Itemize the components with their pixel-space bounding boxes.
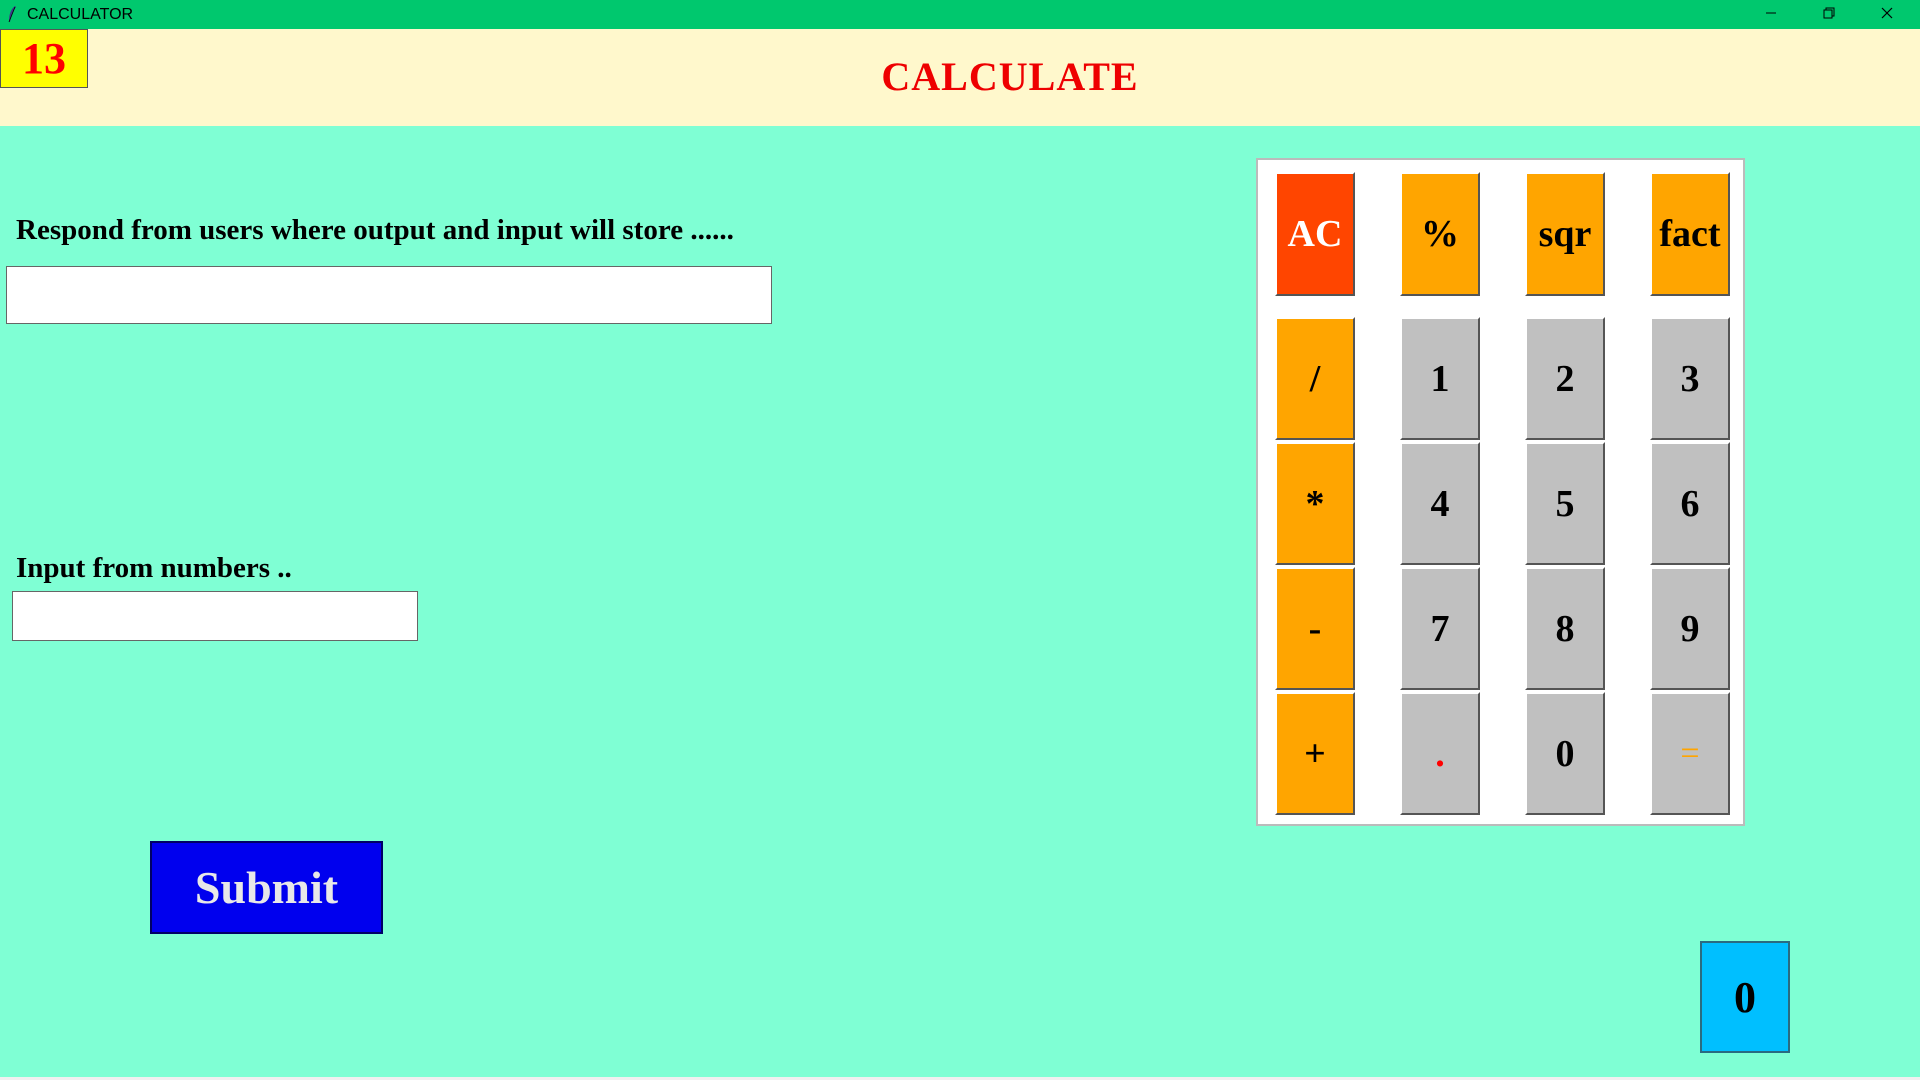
numbers-label: Input from numbers .. xyxy=(16,552,292,584)
digit-9-key[interactable]: 9 xyxy=(1650,567,1730,690)
respond-label: Respond from users where output and inpu… xyxy=(16,214,734,246)
digit-6-key[interactable]: 6 xyxy=(1650,442,1730,565)
digit-4-key[interactable]: 4 xyxy=(1400,442,1480,565)
close-icon xyxy=(1881,6,1893,24)
title-bar: CALCULATOR xyxy=(0,0,1920,29)
digit-3-key[interactable]: 3 xyxy=(1650,317,1730,440)
minimize-button[interactable] xyxy=(1742,0,1800,29)
equals-key[interactable]: = xyxy=(1650,692,1730,815)
decimal-point-key[interactable]: . xyxy=(1400,692,1480,815)
page-title: CALCULATE xyxy=(881,54,1139,99)
calculator-window: CALCULATOR 1 3 CALCULATE Respond from use… xyxy=(0,0,1920,1080)
respond-input[interactable] xyxy=(6,266,772,324)
multiply-key[interactable]: * xyxy=(1275,442,1355,565)
digit-8-key[interactable]: 8 xyxy=(1525,567,1605,690)
restore-icon xyxy=(1823,6,1835,24)
digit-1-key[interactable]: 1 xyxy=(1400,317,1480,440)
digit-5-key[interactable]: 5 xyxy=(1525,442,1605,565)
minimize-icon xyxy=(1765,6,1777,24)
window-title: CALCULATOR xyxy=(27,6,134,23)
digit-2-key[interactable]: 2 xyxy=(1525,317,1605,440)
restore-button[interactable] xyxy=(1800,0,1858,29)
result-display: 0 xyxy=(1700,941,1790,1053)
digit-7-key[interactable]: 7 xyxy=(1400,567,1480,690)
divide-key[interactable]: / xyxy=(1275,317,1355,440)
digit-0-key[interactable]: 0 xyxy=(1525,692,1605,815)
percent-key[interactable]: % xyxy=(1400,172,1480,296)
add-key[interactable]: + xyxy=(1275,692,1355,815)
numbers-input[interactable] xyxy=(12,591,418,641)
subtract-key[interactable]: - xyxy=(1275,567,1355,690)
factorial-key[interactable]: fact xyxy=(1650,172,1730,296)
square-root-key[interactable]: sqr xyxy=(1525,172,1605,296)
feather-icon xyxy=(7,5,17,23)
close-button[interactable] xyxy=(1858,0,1916,29)
submit-button[interactable]: Submit xyxy=(150,841,383,934)
clear-key[interactable]: AC xyxy=(1275,172,1355,296)
